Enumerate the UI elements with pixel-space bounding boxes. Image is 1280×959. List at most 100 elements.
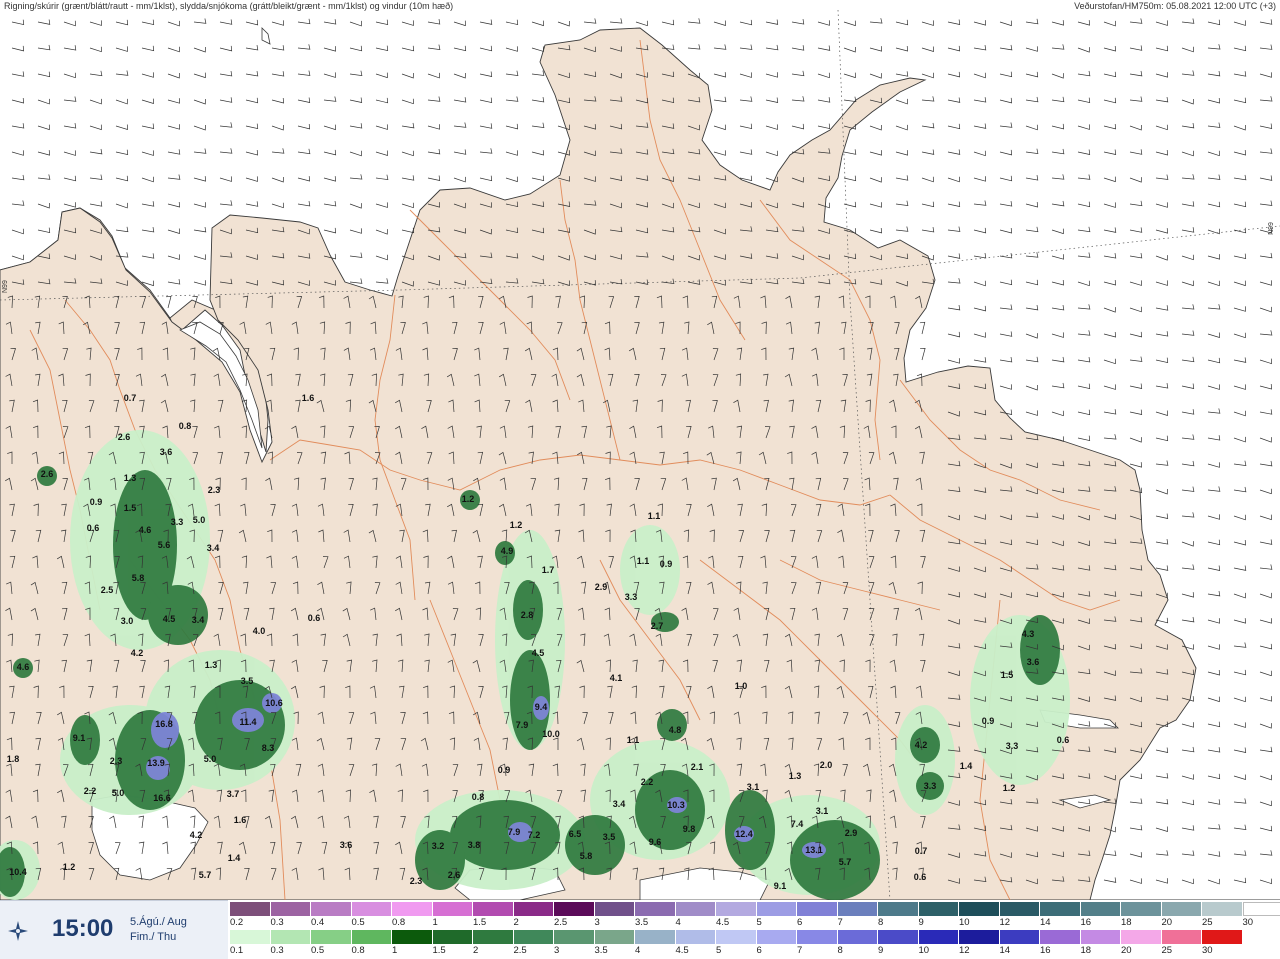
precip-value-label: 1.7 <box>542 565 555 575</box>
precip-value-label: 1.5 <box>124 503 137 513</box>
rain-scale-swatch <box>514 930 555 944</box>
precip-value-label: 0.9 <box>660 559 673 569</box>
precip-value-label: 0.6 <box>914 872 927 882</box>
forecast-date: 5.Ágú./ Aug <box>130 916 187 928</box>
snow-scale-label: 0.2 <box>230 917 271 928</box>
rain-scale-label: 0.1 <box>230 945 271 956</box>
rain-color-scale <box>230 930 1243 944</box>
precip-value-label: 2.6 <box>118 432 131 442</box>
rain-scale-label: 20 <box>1121 945 1162 956</box>
snow-scale-swatch <box>1202 902 1243 916</box>
model-run-info: Veðurstofan/HM750m: 05.08.2021 12:00 UTC… <box>1074 1 1276 11</box>
precip-value-label: 13.1 <box>805 845 823 855</box>
snow-scale-swatch <box>433 902 474 916</box>
precip-value-label: 3.5 <box>603 832 616 842</box>
precip-value-label: 0.7 <box>915 846 928 856</box>
grid-label-right: N99 <box>1268 222 1275 235</box>
precip-value-label: 11.4 <box>239 717 256 727</box>
compass-star-icon <box>8 921 28 941</box>
precip-value-label: 2.2 <box>84 786 97 796</box>
rain-scale-label: 16 <box>1040 945 1081 956</box>
snow-scale-swatch <box>473 902 514 916</box>
rain-scale-label: 8 <box>838 945 879 956</box>
precip-value-label: 3.4 <box>207 543 220 553</box>
snow-scale-swatch <box>676 902 717 916</box>
snow-scale-label: 2.5 <box>554 917 595 928</box>
snow-scale-label: 30 <box>1243 917 1280 928</box>
precip-value-label: 1.1 <box>637 556 650 566</box>
precip-value-label: 9.1 <box>774 881 787 891</box>
precip-value-label: 2.6 <box>41 469 54 479</box>
snow-scale-swatch <box>1081 902 1122 916</box>
snow-scale-swatch <box>1040 902 1081 916</box>
snow-scale-label: 4 <box>676 917 717 928</box>
precip-value-label: 0.8 <box>472 792 485 802</box>
snow-scale-label: 1 <box>433 917 474 928</box>
precip-value-label: 9.6 <box>649 837 662 847</box>
snow-scale-label: 2 <box>514 917 555 928</box>
rain-scale-label: 9 <box>878 945 919 956</box>
precip-value-label: 0.8 <box>179 421 192 431</box>
precip-value-label: 10.3 <box>667 800 685 810</box>
precip-value-label: 4.8 <box>669 725 682 735</box>
precip-value-label: 5.8 <box>132 573 145 583</box>
snow-scale-label: 8 <box>878 917 919 928</box>
precip-value-label: 3.8 <box>468 840 481 850</box>
rain-scale-label: 18 <box>1081 945 1122 956</box>
rain-scale-swatch <box>352 930 393 944</box>
precip-value-label: 1.5 <box>1001 670 1014 680</box>
rain-scale-label: 0.8 <box>352 945 393 956</box>
snow-scale-swatch <box>595 902 636 916</box>
precip-value-label: 3.0 <box>121 616 134 626</box>
rain-scale-label: 4.5 <box>676 945 717 956</box>
precip-value-label: 7.4 <box>791 819 804 829</box>
snow-scale-swatch <box>1000 902 1041 916</box>
rain-scale-label: 12 <box>959 945 1000 956</box>
map-title: Rigning/skúrir (grænt/blátt/rautt - mm/1… <box>4 1 453 11</box>
rain-scale-label: 1.5 <box>433 945 474 956</box>
forecast-time-panel: 15:00 5.Ágú./ Aug Fim./ Thu <box>0 900 228 959</box>
precip-value-label: 3.4 <box>613 799 626 809</box>
snow-scale-label: 0.8 <box>392 917 433 928</box>
rain-scale-swatch <box>473 930 514 944</box>
precip-value-label: 10.0 <box>542 729 560 739</box>
rain-scale-swatch <box>271 930 312 944</box>
precip-value-label: 6.5 <box>569 829 582 839</box>
rain-scale-label: 0.3 <box>271 945 312 956</box>
snow-scale-swatch <box>838 902 879 916</box>
snow-scale-label: 1.5 <box>473 917 514 928</box>
precip-value-label: 1.2 <box>462 494 475 504</box>
precip-value-label: 2.1 <box>691 762 704 772</box>
precip-value-label: 16.6 <box>153 793 171 803</box>
precip-value-label: 3.2 <box>432 841 445 851</box>
precip-value-label: 4.1 <box>610 673 623 683</box>
precip-value-label: 3.5 <box>241 676 254 686</box>
precip-value-label: 0.9 <box>90 497 103 507</box>
rain-scale-label: 2.5 <box>514 945 555 956</box>
precip-value-label: 12.4 <box>735 829 753 839</box>
rain-scale-swatch <box>230 930 271 944</box>
precip-value-label: 2.9 <box>845 828 858 838</box>
precip-value-label: 4.0 <box>253 626 266 636</box>
precip-value-label: 1.3 <box>124 473 137 483</box>
rain-scale-label: 4 <box>635 945 676 956</box>
snow-scale-label: 25 <box>1202 917 1243 928</box>
precip-value-label: 0.7 <box>124 393 137 403</box>
precip-value-label: 1.2 <box>510 520 523 530</box>
precip-value-label: 0.6 <box>87 523 100 533</box>
precip-value-label: 3.4 <box>192 615 205 625</box>
snow-scale-label: 0.5 <box>352 917 393 928</box>
rain-scale-swatch <box>1202 930 1243 944</box>
precip-value-label: 4.5 <box>163 614 176 624</box>
snow-scale-label: 4.5 <box>716 917 757 928</box>
rain-scale-label: 25 <box>1162 945 1203 956</box>
precip-value-label: 3.7 <box>227 789 240 799</box>
precip-value-label: 3.3 <box>171 517 184 527</box>
rain-scale-swatch <box>676 930 717 944</box>
precip-value-label: 7.9 <box>516 720 529 730</box>
rain-scale-swatch <box>919 930 960 944</box>
precip-value-label: 2.9 <box>595 582 608 592</box>
snow-scale-label: 7 <box>838 917 879 928</box>
snow-scale-label: 10 <box>959 917 1000 928</box>
precipitation-wind-map: 0.70.81.62.63.62.61.32.30.91.50.64.63.35… <box>0 0 1280 900</box>
